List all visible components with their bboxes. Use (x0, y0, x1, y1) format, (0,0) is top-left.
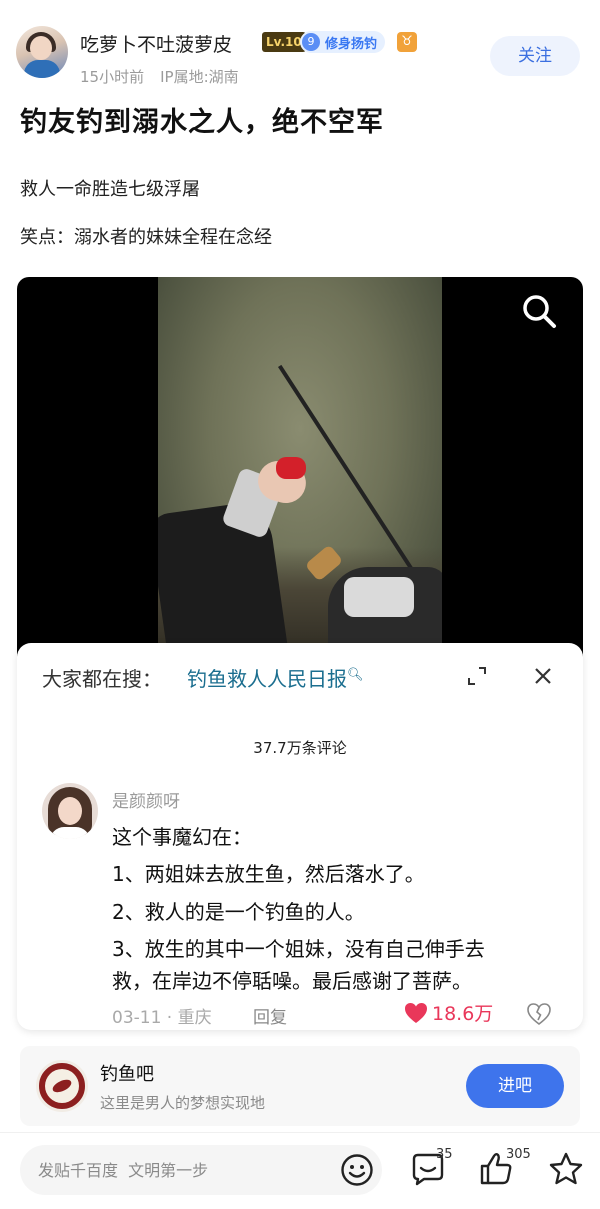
forum-card[interactable]: 钓鱼吧 这里是男人的梦想实现地 进吧 (20, 1046, 580, 1126)
bottom-action-bar: 35 305 (0, 1132, 600, 1209)
zodiac-icon: ♉ (397, 32, 417, 52)
honor-badge-label: 修身扬钓 (325, 36, 378, 52)
reply-button[interactable]: 回复 (253, 1003, 287, 1028)
author-name[interactable]: 吃萝卜不吐菠萝皮 (80, 30, 232, 57)
likes-count: 305 (506, 1147, 531, 1162)
hot-search-link-text[interactable]: 钓鱼救人人民日报 (187, 667, 347, 691)
video-player[interactable] (17, 277, 583, 657)
hot-search-label: 大家都在搜： (42, 667, 162, 691)
commenter-avatar[interactable] (42, 783, 98, 839)
comment-like-button[interactable]: 18.6万 (404, 999, 493, 1026)
close-icon[interactable] (534, 667, 552, 685)
comment-count[interactable]: 37.7万条评论 (17, 737, 583, 758)
post-time: 15小时前 (80, 68, 145, 86)
search-mini-icon: 🔍︎ (347, 667, 364, 683)
comment-text-line: 3、放生的其中一个姐妹，没有自己伸手去 (112, 937, 485, 961)
heart-icon (405, 1002, 427, 1023)
comment-location: 重庆 (177, 1008, 212, 1028)
post-text-line: 笑点：溺水者的妹妹全程在念经 (20, 227, 272, 248)
forum-description: 这里是男人的梦想实现地 (100, 1094, 266, 1112)
honor-badge: 9 修身扬钓 (300, 31, 386, 53)
author-avatar[interactable] (16, 26, 68, 78)
search-icon[interactable] (519, 291, 559, 331)
honor-badge-number: 9 (302, 33, 320, 51)
emoji-icon[interactable] (340, 1153, 374, 1187)
reply-input[interactable] (20, 1145, 382, 1195)
comment-meta: 03-11 · 重庆 (112, 1008, 212, 1028)
comment-text-line: 1、两姐妹去放生鱼，然后落水了。 (112, 862, 425, 886)
comment-text-line: 救，在岸边不停聒噪。最后感谢了菩萨。 (112, 969, 472, 993)
forum-logo (36, 1060, 88, 1112)
post-title: 钓友钓到溺水之人，绝不空军 (20, 107, 384, 138)
comment-like-count: 18.6万 (432, 1003, 494, 1025)
star-icon[interactable] (548, 1151, 584, 1187)
ip-location: IP属地:湖南 (160, 68, 239, 86)
comment-text-line: 这个事魔幻在： (112, 825, 252, 849)
comments-count: 35 (436, 1147, 453, 1162)
follow-button[interactable]: 关注 (490, 36, 580, 76)
video-frame (158, 277, 442, 657)
post-text-line: 救人一命胜造七级浮屠 (20, 179, 200, 200)
comment-date: 03-11 (112, 1008, 162, 1028)
commenter-name[interactable]: 是颜颜呀 (112, 787, 180, 812)
expand-icon[interactable] (467, 666, 487, 686)
forum-name[interactable]: 钓鱼吧 (100, 1060, 154, 1086)
hot-comment-card: 大家都在搜： 钓鱼救人人民日报🔍︎ 37.7万条评论 是颜颜呀 这个事魔幻在： … (17, 643, 583, 1030)
post-header: 吃萝卜不吐菠萝皮 Lv.10 9 修身扬钓 ♉ 15小时前 IP属地:湖南 关注 (0, 0, 600, 92)
comment-text-line: 2、救人的是一个钓鱼的人。 (112, 900, 365, 924)
post-meta: 15小时前 IP属地:湖南 (80, 66, 239, 87)
hot-search-link[interactable]: 钓鱼救人人民日报🔍︎ (187, 663, 364, 692)
broken-heart-icon[interactable] (527, 1003, 551, 1025)
enter-forum-button[interactable]: 进吧 (466, 1064, 564, 1108)
